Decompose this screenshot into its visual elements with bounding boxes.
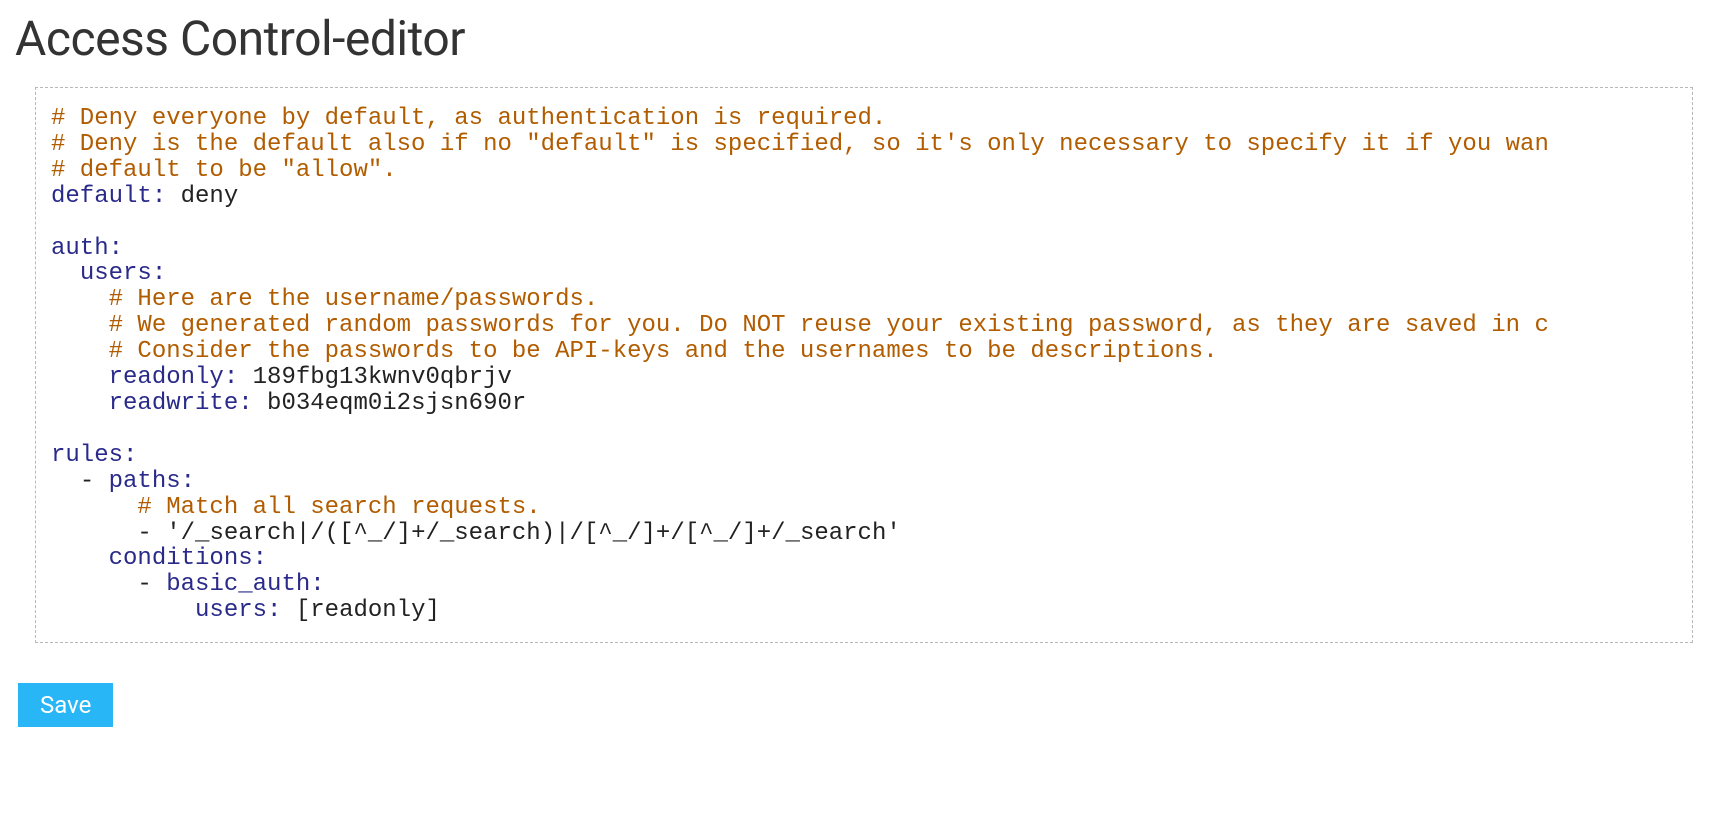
editor-token: - xyxy=(80,468,109,495)
editor-token: auth: xyxy=(51,235,123,262)
editor-token: b034eqm0i2sjsn690r xyxy=(253,390,527,417)
editor-line: conditions: xyxy=(51,546,1677,572)
editor-line: # Deny everyone by default, as authentic… xyxy=(51,106,1677,132)
editor-token: # Match all search requests. xyxy=(137,494,540,521)
editor-token: - xyxy=(137,520,166,547)
editor-token: # Here are the username/passwords. xyxy=(109,286,599,313)
editor-token: '/_search|/([^_/]+/_search)|/[^_/]+/[^_/… xyxy=(166,520,901,547)
editor-token: deny xyxy=(166,183,238,210)
editor-line xyxy=(51,210,1677,236)
editor-token: default: xyxy=(51,183,166,210)
editor-line: # default to be "allow". xyxy=(51,158,1677,184)
editor-token: readwrite: xyxy=(109,390,253,417)
editor-line: users: [readonly] xyxy=(51,598,1677,624)
yaml-editor[interactable]: # Deny everyone by default, as authentic… xyxy=(35,87,1693,643)
editor-token: # default to be "allow". xyxy=(51,157,397,184)
editor-token: # Consider the passwords to be API-keys … xyxy=(109,338,1218,365)
editor-token: 189fbg13kwnv0qbrjv xyxy=(238,364,512,391)
editor-token: users: xyxy=(195,597,281,624)
editor-token: paths: xyxy=(109,468,195,495)
editor-token xyxy=(281,597,295,624)
editor-line: # Match all search requests. xyxy=(51,495,1677,521)
editor-token: basic_auth: xyxy=(166,571,324,598)
page-title: Access Control-editor xyxy=(0,0,1728,87)
editor-line: # We generated random passwords for you.… xyxy=(51,313,1677,339)
editor-token: # We generated random passwords for you.… xyxy=(109,312,1549,339)
editor-line: - basic_auth: xyxy=(51,572,1677,598)
editor-line xyxy=(51,417,1677,443)
editor-token: # Deny everyone by default, as authentic… xyxy=(51,105,886,132)
editor-token xyxy=(51,209,65,236)
editor-token: [readonly] xyxy=(296,597,440,624)
editor-line: rules: xyxy=(51,443,1677,469)
editor-line: readonly: 189fbg13kwnv0qbrjv xyxy=(51,365,1677,391)
editor-token: - xyxy=(137,571,166,598)
editor-token: users: xyxy=(80,260,166,287)
editor-line: default: deny xyxy=(51,184,1677,210)
editor-line: # Here are the username/passwords. xyxy=(51,287,1677,313)
editor-token: rules: xyxy=(51,442,137,469)
editor-token: # Deny is the default also if no "defaul… xyxy=(51,131,1549,158)
editor-line: - '/_search|/([^_/]+/_search)|/[^_/]+/[^… xyxy=(51,521,1677,547)
save-button[interactable]: Save xyxy=(18,683,113,727)
editor-line: # Consider the passwords to be API-keys … xyxy=(51,339,1677,365)
editor-line: # Deny is the default also if no "defaul… xyxy=(51,132,1677,158)
editor-token: conditions: xyxy=(109,545,267,572)
editor-token: readonly: xyxy=(109,364,239,391)
editor-token xyxy=(51,416,65,443)
editor-line: readwrite: b034eqm0i2sjsn690r xyxy=(51,391,1677,417)
editor-line: - paths: xyxy=(51,469,1677,495)
editor-line: users: xyxy=(51,261,1677,287)
editor-line: auth: xyxy=(51,236,1677,262)
